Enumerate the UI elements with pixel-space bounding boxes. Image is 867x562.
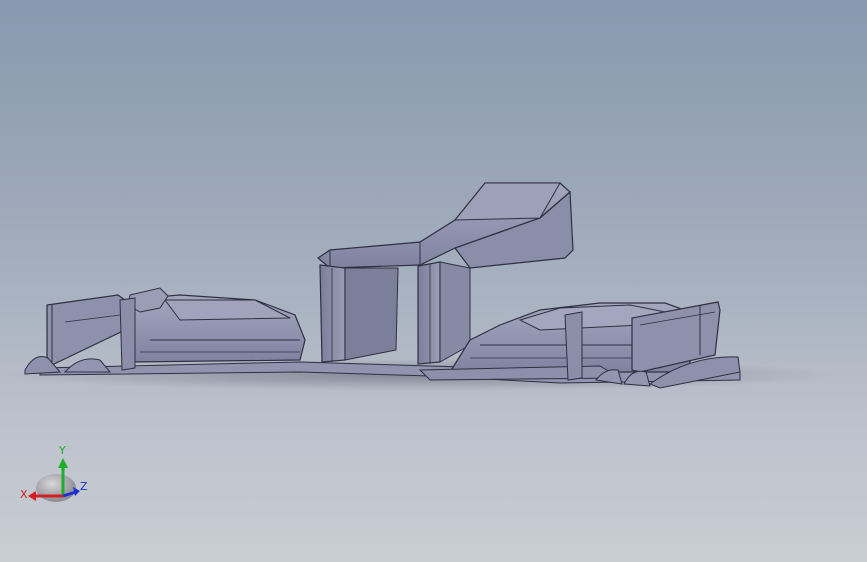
x-axis-label: X [20, 488, 28, 501]
nose-pillar-left-inner [344, 267, 399, 361]
y-axis-label: Y [58, 444, 66, 457]
right-endplate-fence [564, 311, 583, 381]
y-axis-arrow [58, 458, 68, 468]
view-orientation-triad: Y X Z [20, 444, 88, 502]
left-endplate-fence [119, 297, 136, 371]
left-wing-upper [164, 299, 291, 321]
nose-pillar-left [319, 264, 346, 363]
nose-pillar-right [417, 261, 441, 365]
triad-base-sphere [36, 474, 76, 502]
front-wing-model[interactable] [0, 0, 867, 562]
graphics-viewport[interactable]: Y X Z [0, 0, 867, 562]
z-axis-arrow [73, 487, 80, 496]
left-endplate [46, 294, 126, 366]
x-axis-arrow [28, 491, 36, 501]
z-axis-label: Z [80, 480, 88, 493]
